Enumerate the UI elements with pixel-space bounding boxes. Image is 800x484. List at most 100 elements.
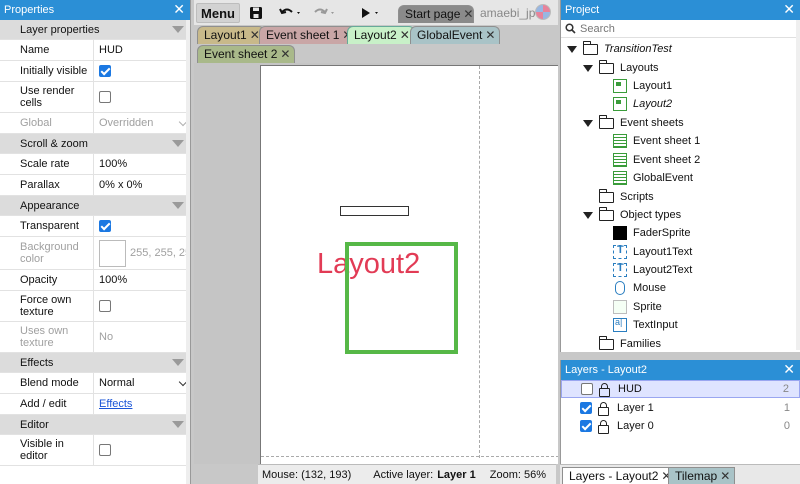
tab-globalevent[interactable]: GlobalEvent ✕ <box>410 26 501 44</box>
properties-title: Properties <box>4 4 55 16</box>
close-icon[interactable]: ✕ <box>173 0 185 19</box>
tree-textinput[interactable]: TextInput <box>613 316 678 334</box>
folder-icon <box>599 59 614 74</box>
layer-visible-checkbox[interactable] <box>581 383 593 395</box>
collapse-icon[interactable] <box>172 421 184 428</box>
tab-tilemap[interactable]: Tilemap ✕ <box>668 467 736 484</box>
section-effects[interactable]: Effects <box>0 353 190 373</box>
tab-event-sheet-2[interactable]: Event sheet 2 ✕ <box>197 45 296 63</box>
save-icon[interactable] <box>246 3 266 23</box>
layout-view[interactable]: Layout2 <box>194 63 558 464</box>
tree-event-sheet-1[interactable]: Event sheet 1 <box>613 132 700 150</box>
section-scroll-zoom[interactable]: Scroll & zoom <box>0 134 190 154</box>
tab-layout1[interactable]: Layout1 ✕ <box>197 26 265 44</box>
tree-object-types-folder[interactable]: Object types <box>583 206 681 224</box>
name-field[interactable]: HUD <box>94 40 190 60</box>
close-icon[interactable]: ✕ <box>463 7 473 21</box>
collapse-icon[interactable] <box>172 140 184 147</box>
tree-layouts-folder[interactable]: Layouts <box>583 59 659 77</box>
properties-scrollbar[interactable] <box>186 20 190 484</box>
layout-canvas[interactable]: Layout2 <box>260 65 558 464</box>
tree-families-folder[interactable]: Families <box>599 335 661 352</box>
tree-layout1text[interactable]: Layout1Text <box>613 243 692 261</box>
tree-layout2text[interactable]: Layout2Text <box>613 261 692 279</box>
status-bar: Mouse: (132, 193) Active layer: Layer 1 … <box>258 464 556 484</box>
viewport-guide-vertical <box>479 66 480 458</box>
active-layer-label: Active layer: <box>373 468 434 481</box>
tree-mouse[interactable]: Mouse <box>613 279 666 297</box>
zoom-level: Zoom: 56% <box>489 468 546 481</box>
scale-rate-field[interactable]: 100% <box>94 154 190 174</box>
tab-event-sheet-1[interactable]: Event sheet 1✕ <box>259 26 358 44</box>
tree-event-sheets-folder[interactable]: Event sheets <box>583 114 684 132</box>
text-icon <box>613 244 627 259</box>
prop-use-render-cells: Use render cells <box>0 82 190 113</box>
lock-icon[interactable] <box>598 402 609 416</box>
force-own-texture-checkbox[interactable] <box>99 300 111 312</box>
folder-icon <box>599 188 614 203</box>
close-icon[interactable]: ✕ <box>280 47 290 61</box>
layer-row-layer-0[interactable]: Layer 0 0 <box>561 417 800 435</box>
section-layer-properties[interactable]: Layer properties <box>0 20 190 40</box>
tree-root[interactable]: TransitionTest <box>567 40 672 58</box>
lock-icon[interactable] <box>598 420 609 434</box>
collapse-icon[interactable] <box>172 26 184 33</box>
prop-global: Global Overridden <box>0 113 190 134</box>
play-icon[interactable] <box>358 3 384 23</box>
tab-start-page[interactable]: Start page ✕ <box>398 5 474 23</box>
tree-layout2[interactable]: Layout2 <box>613 95 672 113</box>
menu-button[interactable]: Menu <box>196 3 240 23</box>
lock-icon[interactable] <box>599 383 610 397</box>
avatar[interactable] <box>535 4 551 20</box>
close-icon[interactable]: ✕ <box>783 360 795 379</box>
project-panel: Project ✕ Search TransitionTest Layouts … <box>560 0 800 352</box>
redo-icon[interactable] <box>312 3 338 23</box>
section-appearance[interactable]: Appearance <box>0 196 190 216</box>
prop-name: Name HUD <box>0 40 190 61</box>
close-icon[interactable]: ✕ <box>783 0 795 19</box>
tab-layers[interactable]: Layers - Layout2 ✕ <box>562 467 677 484</box>
layer-visible-checkbox[interactable] <box>580 420 592 432</box>
transparent-checkbox[interactable] <box>99 220 111 232</box>
collapse-icon[interactable] <box>172 202 184 209</box>
color-swatch[interactable] <box>99 239 126 267</box>
tab-layout2[interactable]: Layout2 ✕ <box>347 26 415 44</box>
parallax-field[interactable]: 0% x 0% <box>99 179 142 191</box>
tree-fadersprite[interactable]: FaderSprite <box>613 224 690 242</box>
layer-row-layer-1[interactable]: Layer 1 1 <box>561 399 800 417</box>
sprite-object[interactable] <box>345 242 458 354</box>
text-input-object[interactable] <box>340 206 409 216</box>
blend-mode-select[interactable]: Normal <box>94 373 190 393</box>
visible-in-editor-checkbox[interactable] <box>99 444 111 456</box>
sprite-icon <box>613 300 627 314</box>
tree-sprite[interactable]: Sprite <box>613 298 662 316</box>
section-editor[interactable]: Editor <box>0 415 190 435</box>
prop-force-own-texture: Force own texture <box>0 291 190 322</box>
layer-visible-checkbox[interactable] <box>580 402 592 414</box>
search-input[interactable]: Search <box>561 20 800 38</box>
tree-globalevent[interactable]: GlobalEvent <box>613 169 693 187</box>
tree-layout1[interactable]: Layout1 <box>613 77 672 95</box>
user-name[interactable]: amaebi_jp <box>480 6 535 20</box>
tree-scripts-folder[interactable]: Scripts <box>599 188 654 206</box>
close-icon[interactable]: ✕ <box>485 28 495 42</box>
properties-panel: Properties ✕ Layer properties Name HUD I… <box>0 0 191 484</box>
use-render-cells-checkbox[interactable] <box>99 91 111 103</box>
prop-blend-mode: Blend mode Normal <box>0 373 190 394</box>
properties-list: Layer properties Name HUD Initially visi… <box>0 20 190 484</box>
opacity-field[interactable]: 100% <box>94 270 190 290</box>
prop-uses-own-texture: Uses own texture No <box>0 322 190 353</box>
collapse-icon[interactable] <box>172 359 184 366</box>
initially-visible-checkbox[interactable] <box>99 65 111 77</box>
close-icon[interactable]: ✕ <box>400 28 410 42</box>
effects-link[interactable]: Effects <box>99 398 132 410</box>
close-icon[interactable]: ✕ <box>720 469 730 483</box>
text-icon <box>613 262 627 277</box>
layout-icon <box>613 79 627 93</box>
undo-icon[interactable] <box>278 3 304 23</box>
layers-title-bar: Layers - Layout2 ✕ <box>561 360 800 380</box>
project-scrollbar[interactable] <box>796 20 800 350</box>
layer-row-hud[interactable]: HUD 2 <box>561 380 800 398</box>
layers-panel: Layers - Layout2 ✕ HUD 2 Layer 1 1 Layer… <box>560 360 800 464</box>
tree-event-sheet-2[interactable]: Event sheet 2 <box>613 151 700 169</box>
